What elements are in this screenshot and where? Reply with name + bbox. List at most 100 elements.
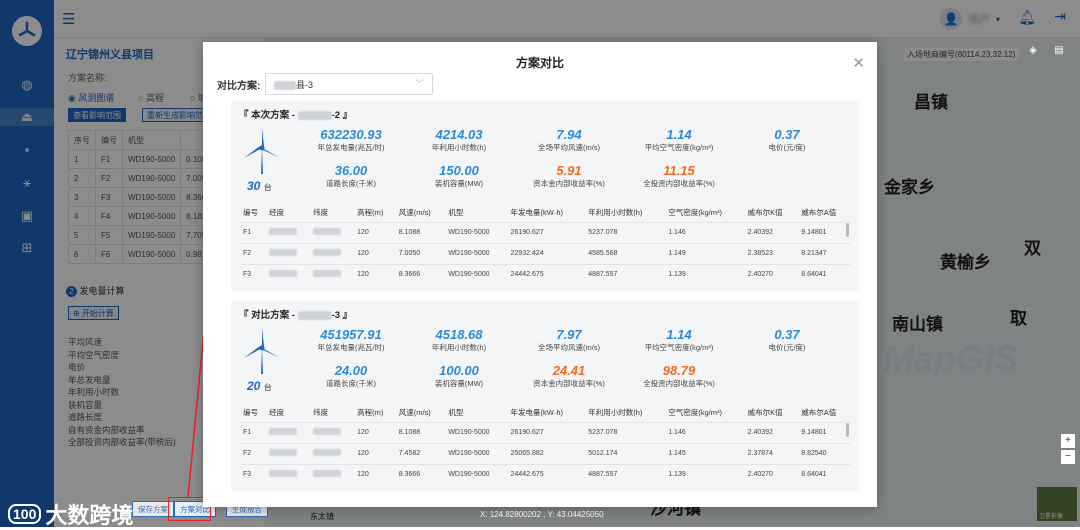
table-cell: 8.3666 [394,463,445,485]
turbine-detail-table: 编号 经度 纬度 高程(m) 风速(m/s) 机型 年发电量(kW·h) 年利用小时数(h) 空… [239,404,851,485]
metric-block: 1.14 平均空气密度(kg/m³) [624,127,734,153]
table-row[interactable]: F3 120 8.3666 WD190-5000 24442.675 4887.557 1.… [239,263,851,285]
table-header-cell: 高程(m) [357,408,384,418]
table-cell: 1.146 [664,221,744,243]
table-cell: 4887.557 [584,263,665,285]
table-cell [265,263,310,285]
table-cell: F1 [239,221,266,243]
table-cell [309,221,354,243]
metric-value: 0.37 [774,327,800,342]
metric-label: 平均空气密度(kg/m³) [644,143,714,152]
table-cell: 120 [353,242,395,264]
wind-turbine-icon [244,328,280,374]
table-cell: 8.21347 [797,242,851,264]
table-row[interactable]: F1 120 8.1088 WD190-5000 26190.627 5237.078 1.… [239,221,851,243]
metric-value: 24.00 [334,363,368,378]
redacted-text [313,270,342,278]
metric-label: 道路长度(千米) [326,379,376,388]
table-cell: 22932.424 [506,242,585,264]
table-row[interactable]: F2 120 7.4582 WD190-5000 25065.882 5012.174 1.… [239,442,851,464]
metric-block: 451957.91 年总发电量(兆瓦/时) [296,327,406,353]
table-cell: 5237.078 [584,421,665,443]
table-cell: 2.40270 [743,263,798,285]
metric-value: 100.00 [439,363,479,378]
table-cell: 2.40270 [743,463,798,485]
table-cell: WD190-5000 [444,442,507,464]
metric-block: 98.79 全投资内部收益率(%) [624,363,734,389]
metric-value: 150.00 [439,163,479,178]
metric-label: 年利用小时数(h) [431,343,487,352]
metric-label: 装机容量(MW) [434,179,484,188]
compare-scheme-select[interactable]: 县-3 ﹀ [265,73,433,95]
table-header-cell: 经度 [269,408,285,418]
table-cell: 9.14801 [797,421,851,443]
metric-label: 装机容量(MW) [434,379,484,388]
table-header-cell: 年发电量(kW·h) [510,408,564,418]
compare-label: 对比方案: [217,81,261,92]
close-icon[interactable]: ✕ [852,54,865,72]
table-cell [265,442,310,464]
table-cell: 1.139 [664,463,744,485]
table-cell: 7.0050 [394,242,445,264]
redacted-text [297,310,332,320]
metric-value: 11.15 [663,163,695,178]
metric-value: 7.94 [556,127,582,142]
table-cell: 8.1088 [394,421,445,443]
metric-block: 36.00 道路长度(千米) [296,163,406,189]
redacted-text [269,428,298,435]
turbine-count-unit: 台 [263,183,272,192]
table-cell: WD190-5000 [444,463,507,485]
table-header-cell: 威布尔A值 [801,408,837,418]
metric-label: 全投资内部收益率(%) [643,179,715,188]
card-title-suffix: -2 』 [331,110,353,121]
card-title: 『 本次方案 - -2 』 [239,107,352,121]
table-cell: 24442.675 [506,463,585,485]
turbine-count-value: 20 [247,379,261,393]
compare-scheme-card: 『 对比方案 - -3 』 20 台 451957.91 年总发电量(兆瓦/时) 451… [231,301,859,491]
table-cell: 4887.557 [584,463,665,485]
table-header-cell: 编号 [243,208,258,218]
table-header-cell: 机型 [448,408,464,418]
compare-dialog: 方案对比 ✕ 对比方案: 县-3 ﹀ 『 本次方案 - -2 』 30 台 6322… [203,42,877,507]
table-cell: 120 [353,263,395,285]
table-header-cell: 风速(m/s) [398,408,431,418]
table-row[interactable]: F2 120 7.0050 WD190-5000 22932.424 4585.568 1.… [239,242,851,264]
table-cell: 5237.078 [584,221,665,243]
chevron-down-icon: ﹀ [414,79,424,89]
table-cell [309,463,354,485]
table-header-cell: 年利用小时数(h) [588,408,643,418]
table-header-cell: 空气密度(kg/m³) [668,208,722,218]
redacted-text [313,428,342,435]
metric-label: 电价(元/度) [768,343,806,352]
dialog-title: 方案对比 [515,56,564,70]
table-cell: 24442.675 [506,263,585,285]
redacted-text [269,270,298,278]
turbine-count-value: 30 [247,179,261,193]
table-scrollbar[interactable] [846,423,849,437]
table-cell [309,421,354,443]
metric-value: 5.91 [556,163,582,178]
table-cell: 5012.174 [584,442,665,464]
redacted-text [313,228,342,235]
metric-label: 平均空气密度(kg/m³) [644,343,714,352]
turbine-count-unit: 台 [263,383,272,392]
metric-label: 全场平均风速(m/s) [537,143,601,152]
card-title-prefix: 『 对比方案 - [239,310,295,321]
metric-block: 4214.03 年利用小时数(h) [404,127,514,153]
redacted-text [269,228,298,235]
redacted-text [269,470,298,478]
metric-label: 电价(元/度) [768,143,806,152]
table-row[interactable]: F1 120 8.1088 WD190-5000 26190.627 5237.078 1.… [239,421,851,443]
table-scrollbar[interactable] [846,223,849,237]
metric-value: 451957.91 [320,327,382,342]
table-cell: 7.4582 [394,442,445,464]
table-cell: 2.40392 [743,221,798,243]
table-cell: F3 [239,263,266,285]
metric-block: 100.00 装机容量(MW) [404,363,514,389]
table-cell: 8.64041 [797,263,851,285]
table-cell: 25065.882 [506,442,585,464]
table-cell: WD190-5000 [444,263,507,285]
table-header-cell: 空气密度(kg/m³) [668,408,722,418]
wind-turbine-icon [244,128,280,174]
table-row[interactable]: F3 120 8.3666 WD190-5000 24442.675 4887.557 1.… [239,463,851,485]
